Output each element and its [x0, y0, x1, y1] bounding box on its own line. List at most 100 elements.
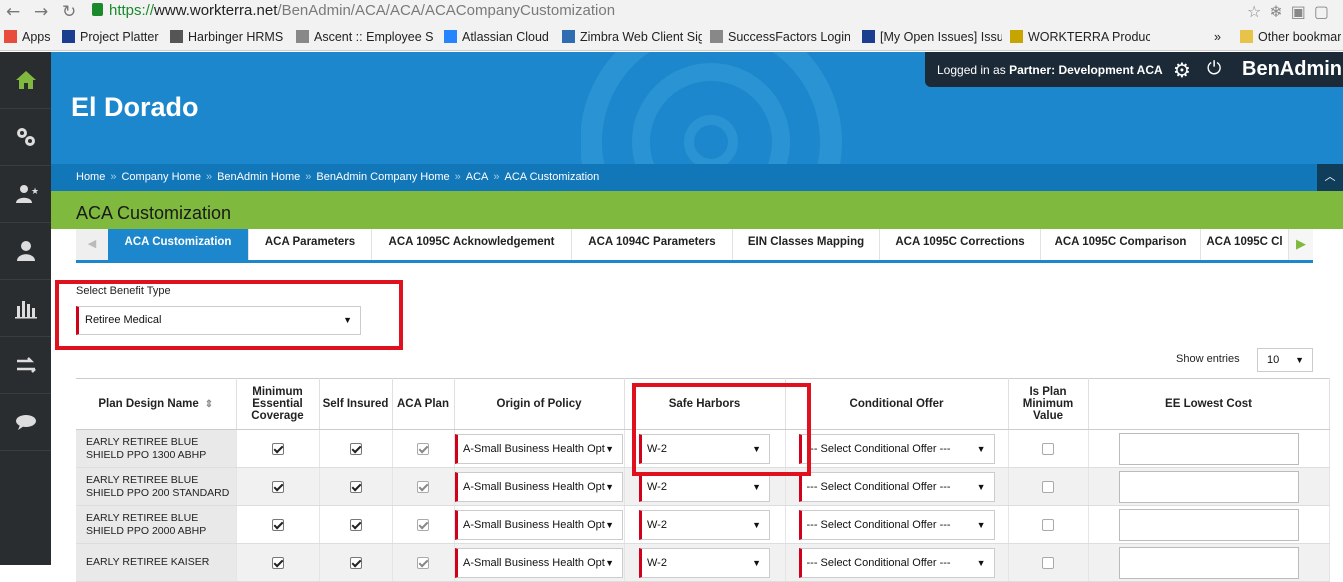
tab-item[interactable]: ACA 1094C Parameters [572, 229, 733, 260]
tab-scroll-right-icon[interactable]: ▶ [1289, 229, 1313, 260]
breadcrumb-link[interactable]: Home [76, 171, 105, 183]
aca-plan-checkbox[interactable] [417, 480, 429, 493]
user-icon [16, 241, 35, 261]
safe-harbor-select[interactable]: W-2 ▼ [639, 509, 770, 540]
breadcrumb-link[interactable]: ACA [466, 171, 489, 183]
sidebar-item-users-star[interactable]: ★ [0, 166, 51, 223]
ee-lowest-cost-input[interactable] [1118, 546, 1299, 579]
self-insured-checkbox[interactable] [349, 518, 362, 531]
bookmark-item[interactable]: SuccessFactors Login [710, 30, 850, 44]
breadcrumb-link[interactable]: ACA Customization [505, 171, 600, 183]
min-value-checkbox[interactable] [1042, 556, 1054, 569]
origin-select[interactable]: A-Small Business Health Opt ▼ [455, 547, 623, 578]
breadcrumb-link[interactable]: Company Home [121, 171, 200, 183]
back-icon[interactable]: ← [6, 2, 20, 22]
col-header-plan[interactable]: Plan Design Name ⇕ [76, 378, 237, 430]
bookmark-item[interactable]: Apps [4, 30, 51, 44]
bookmark-label: Ascent :: Employee Se [314, 30, 434, 44]
min-value-checkbox[interactable] [1042, 442, 1054, 455]
tab-item[interactable]: ACA 1095C Corrections [880, 229, 1041, 260]
origin-select[interactable]: A-Small Business Health Opt ▼ [455, 509, 623, 540]
browser-extension-icons[interactable]: ☆❄▣▢ [1247, 2, 1337, 21]
tab-item[interactable]: ACA 1095C Cl [1201, 229, 1289, 260]
mec-cell [236, 505, 320, 544]
conditional-offer-select[interactable]: --- Select Conditional Offer --- ▼ [798, 509, 995, 540]
self-insured-checkbox[interactable] [349, 442, 362, 455]
url-scheme: https:// [109, 2, 155, 19]
sort-icon[interactable]: ⇕ [205, 399, 213, 410]
origin-select[interactable]: A-Small Business Health Opt ▼ [455, 471, 623, 502]
sidebar-item-employee[interactable] [0, 223, 51, 280]
reload-icon[interactable]: ↻ [62, 2, 76, 22]
self-insured-checkbox[interactable] [349, 556, 362, 569]
gear-icon[interactable]: ⚙ [1173, 58, 1191, 82]
breadcrumb-link[interactable]: BenAdmin Company Home [316, 171, 449, 183]
col-header-conditional-offer: Conditional Offer [785, 378, 1009, 430]
aca-plan-checkbox[interactable] [417, 556, 429, 569]
bookmark-item[interactable]: Project Platter [62, 30, 159, 44]
home-icon [15, 71, 36, 89]
bookmark-item[interactable]: Zimbra Web Client Sig [562, 30, 702, 44]
tab-scroll-left-icon[interactable]: ◀ [76, 229, 108, 260]
conditional-offer-select[interactable]: --- Select Conditional Offer --- ▼ [798, 471, 995, 502]
tab-item[interactable]: ACA 1095C Comparison [1041, 229, 1201, 260]
ee-lowest-cost-input[interactable] [1118, 470, 1299, 503]
bookmark-favicon-icon [296, 30, 309, 43]
col-header-plan-label: Plan Design Name [98, 397, 199, 410]
tab-item[interactable]: EIN Classes Mapping [733, 229, 880, 260]
bookmark-item[interactable]: WORKTERRA Product [1010, 30, 1150, 44]
tab-item[interactable]: ACA Parameters [249, 229, 372, 260]
origin-cell: A-Small Business Health Opt ▼ [454, 543, 625, 582]
safe-harbor-select[interactable]: W-2 ▼ [639, 547, 770, 578]
tab-item[interactable]: ACA Customization [108, 229, 249, 260]
tab-item[interactable]: ACA 1095C Acknowledgement [372, 229, 572, 260]
sidebar-item-reports[interactable] [0, 280, 51, 337]
sidebar-item-transfer[interactable] [0, 337, 51, 394]
dropdown-caret-icon: ▼ [752, 481, 761, 492]
forward-icon[interactable]: → [34, 2, 48, 22]
ee-lowest-cost-input[interactable] [1118, 508, 1299, 541]
mec-checkbox[interactable] [271, 556, 284, 569]
origin-select[interactable]: A-Small Business Health Opt ▼ [455, 433, 623, 464]
sidebar-item-messages[interactable] [0, 394, 51, 451]
show-entries-label: Show entries [1176, 353, 1240, 365]
bookmark-item[interactable]: Ascent :: Employee Se [296, 30, 434, 44]
power-icon[interactable]: ⏻ [1207, 58, 1221, 79]
bookmark-item[interactable]: Atlassian Cloud [444, 30, 549, 44]
bookmark-label: Apps [22, 30, 51, 44]
self-insured-checkbox[interactable] [349, 480, 362, 493]
self-insured-cell [319, 505, 393, 544]
conditional-offer-value: --- Select Conditional Offer --- [806, 442, 951, 455]
aca-plan-checkbox[interactable] [417, 518, 429, 531]
breadcrumb-link[interactable]: BenAdmin Home [217, 171, 300, 183]
bookmark-item[interactable]: Harbinger HRMS [170, 30, 283, 44]
min-value-cell [1008, 429, 1089, 468]
bookmarks-overflow-button[interactable]: » [1214, 30, 1221, 44]
origin-value: A-Small Business Health Opt [463, 556, 605, 569]
conditional-offer-select[interactable]: --- Select Conditional Offer --- ▼ [798, 547, 995, 578]
collapse-header-button[interactable]: ︿ [1317, 164, 1343, 191]
min-value-checkbox[interactable] [1042, 518, 1054, 531]
show-entries-select[interactable]: 10 ▼ [1257, 348, 1313, 372]
mec-checkbox[interactable] [271, 518, 284, 531]
url-field[interactable]: https://www.workterra.net/BenAdmin/ACA/A… [92, 1, 615, 21]
min-value-checkbox[interactable] [1042, 480, 1054, 493]
ee-lowest-cost-input[interactable] [1118, 432, 1299, 465]
sidebar-item-home[interactable] [0, 52, 51, 109]
col-header-ee-lowest-cost: EE Lowest Cost [1088, 378, 1330, 430]
aca-plan-checkbox[interactable] [417, 442, 429, 455]
other-bookmarks-folder[interactable]: Other bookmar [1240, 30, 1341, 44]
bookmark-favicon-icon [862, 30, 875, 43]
bookmark-item[interactable]: [My Open Issues] Issu [862, 30, 1002, 44]
conditional-offer-select[interactable]: --- Select Conditional Offer --- ▼ [798, 433, 995, 464]
login-role: Partner: [1009, 63, 1056, 77]
min-value-cell [1008, 543, 1089, 582]
mec-checkbox[interactable] [271, 442, 284, 455]
origin-cell: A-Small Business Health Opt ▼ [454, 429, 625, 468]
bookmark-favicon-icon [1010, 30, 1023, 43]
bookmark-label: Atlassian Cloud [462, 30, 549, 44]
mec-checkbox[interactable] [271, 480, 284, 493]
sidebar-item-settings[interactable] [0, 109, 51, 166]
bookmark-favicon-icon [62, 30, 75, 43]
safe-harbor-select[interactable]: W-2 ▼ [639, 471, 770, 502]
